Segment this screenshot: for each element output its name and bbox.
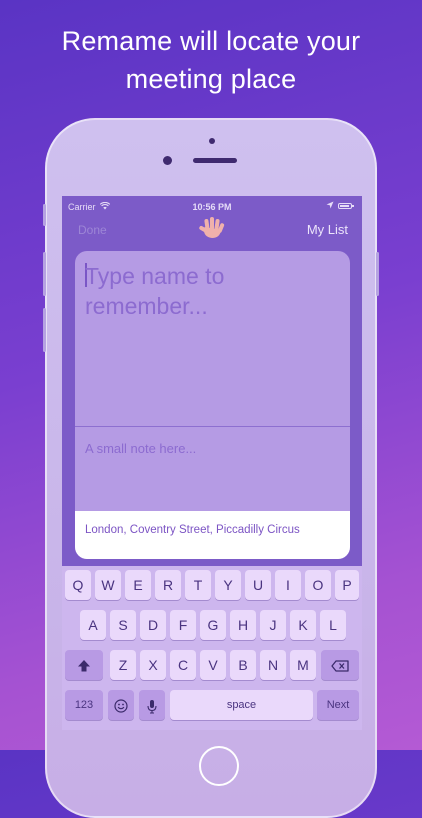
done-button[interactable]: Done [78, 223, 107, 237]
silent-switch [43, 204, 46, 226]
key-q[interactable]: Q [65, 570, 91, 600]
location-field[interactable]: London, Coventry Street, Piccadilly Circ… [75, 511, 350, 559]
status-time: 10:56 PM [192, 202, 232, 212]
entry-card: Type name to remember... A small note he… [75, 251, 350, 559]
key-y[interactable]: Y [215, 570, 241, 600]
key-a[interactable]: A [80, 610, 106, 640]
backspace-key[interactable] [321, 650, 359, 680]
home-button[interactable] [199, 746, 239, 786]
key-x[interactable]: X [140, 650, 166, 680]
emoji-icon [114, 697, 128, 713]
hand-logo-icon [196, 215, 228, 246]
key-i[interactable]: I [275, 570, 301, 600]
key-p[interactable]: P [335, 570, 359, 600]
power-button [376, 252, 379, 296]
key-v[interactable]: V [200, 650, 226, 680]
key-w[interactable]: W [95, 570, 121, 600]
backspace-icon [331, 657, 349, 673]
status-bar: Carrier 10:56 PM [62, 196, 362, 216]
volume-up-button [43, 252, 46, 296]
note-input[interactable]: A small note here... [75, 427, 350, 511]
key-l[interactable]: L [320, 610, 346, 640]
headline: Remame will locate your meeting place [0, 22, 422, 98]
key-n[interactable]: N [260, 650, 286, 680]
numbers-key[interactable]: 123 [65, 690, 103, 720]
key-t[interactable]: T [185, 570, 211, 600]
space-key[interactable]: space [170, 690, 313, 720]
location-arrow-icon [326, 201, 334, 211]
shift-key[interactable] [65, 650, 103, 680]
key-z[interactable]: Z [110, 650, 136, 680]
microphone-icon [146, 697, 158, 714]
next-key[interactable]: Next [317, 690, 359, 720]
key-h[interactable]: H [230, 610, 256, 640]
key-f[interactable]: F [170, 610, 196, 640]
name-input[interactable]: Type name to remember... [75, 251, 350, 427]
key-e[interactable]: E [125, 570, 151, 600]
key-m[interactable]: M [290, 650, 316, 680]
key-g[interactable]: G [200, 610, 226, 640]
note-placeholder: A small note here... [85, 441, 197, 456]
key-b[interactable]: B [230, 650, 256, 680]
key-d[interactable]: D [140, 610, 166, 640]
key-k[interactable]: K [290, 610, 316, 640]
keyboard: Q W E R T Y U I O P A S D F G H J K L Z … [62, 566, 362, 730]
headline-line-1: Remame will locate your [61, 26, 361, 56]
key-j[interactable]: J [260, 610, 286, 640]
key-c[interactable]: C [170, 650, 196, 680]
front-camera [163, 156, 172, 165]
key-s[interactable]: S [110, 610, 136, 640]
shift-icon [77, 657, 91, 673]
headline-line-2: meeting place [125, 64, 297, 94]
volume-down-button [43, 308, 46, 352]
dictation-key[interactable] [139, 690, 165, 720]
key-r[interactable]: R [155, 570, 181, 600]
location-text: London, Coventry Street, Piccadilly Circ… [85, 524, 300, 536]
key-u[interactable]: U [245, 570, 271, 600]
emoji-key[interactable] [108, 690, 134, 720]
name-placeholder: Type name to remember... [85, 263, 225, 319]
battery-icon [338, 203, 354, 209]
my-list-button[interactable]: My List [307, 222, 348, 237]
key-o[interactable]: O [305, 570, 331, 600]
sensor [209, 138, 215, 144]
app-screen: Carrier 10:56 PM Done My List Type name … [62, 196, 362, 730]
earpiece-speaker [193, 158, 237, 163]
